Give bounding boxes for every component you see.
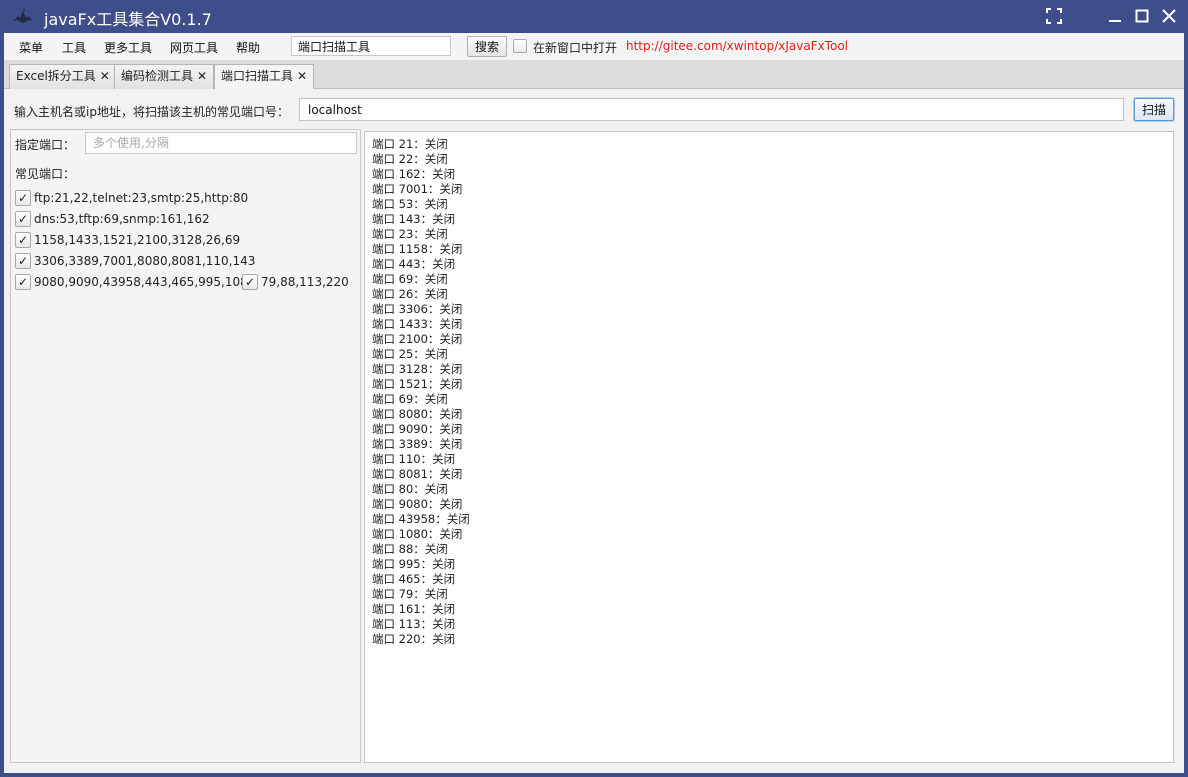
result-line: 端口 465：关闭 [372, 572, 456, 586]
tab-excel-split[interactable]: Excel拆分工具 ✕ [9, 64, 117, 89]
tab-close-icon[interactable]: ✕ [297, 69, 307, 83]
tool-search-input[interactable] [291, 36, 451, 56]
scan-results-area[interactable]: 端口 21：关闭 端口 22：关闭 端口 162：关闭 端口 7001：关闭 端口 53… [364, 131, 1174, 763]
tab-encoding-detect[interactable]: 编码检测工具 ✕ [114, 64, 215, 89]
port-group-checkbox[interactable]: ✓ 3306,3389,7001,8080,8081,110,143 [15, 253, 255, 271]
result-line: 端口 79：关闭 [372, 587, 448, 601]
menu-tools[interactable]: 工具 [62, 39, 86, 56]
result-line: 端口 80：关闭 [372, 482, 448, 496]
check-icon: ✓ [15, 232, 31, 248]
tab-label: Excel拆分工具 [16, 69, 96, 83]
port-group-label: 1158,1433,1521,2100,3128,26,69 [34, 233, 241, 247]
result-line: 端口 22：关闭 [372, 152, 448, 166]
minimize-button[interactable] [1104, 6, 1126, 26]
host-label: 输入主机名或ip地址，将扫描该主机的常见端口号： [14, 105, 289, 119]
minimize-icon [1109, 20, 1121, 22]
result-line: 端口 443：关闭 [372, 257, 456, 271]
tab-label: 编码检测工具 [121, 69, 194, 83]
result-line: 端口 3306：关闭 [372, 302, 463, 316]
gitee-link[interactable]: http://gitee.com/xwintop/xJavaFxTool [626, 39, 848, 53]
result-line: 端口 25：关闭 [372, 347, 448, 361]
result-line: 端口 26：关闭 [372, 287, 448, 301]
result-line: 端口 162：关闭 [372, 167, 456, 181]
new-window-label: 在新窗口中打开 [533, 41, 618, 55]
scan-button[interactable]: 扫描 [1134, 98, 1174, 121]
result-line: 端口 143：关闭 [372, 212, 456, 226]
check-icon: ✓ [15, 211, 31, 227]
menu-bar: 菜单 工具 更多工具 网页工具 帮助 搜索 在新窗口中打开 http://git… [4, 33, 1184, 60]
tab-label: 端口扫描工具 [221, 69, 294, 83]
port-label: 指定端口： [15, 138, 76, 152]
port-group-checkbox[interactable]: ✓ 79,88,113,220 [242, 274, 349, 292]
window-title: javaFx工具集合V0.1.7 [44, 10, 212, 29]
port-group-checkbox[interactable]: ✓ dns:53,tftp:69,snmp:161,162 [15, 211, 210, 229]
port-group-label: 9080,9090,43958,443,465,995,1080 [34, 275, 256, 289]
result-line: 端口 995：关闭 [372, 557, 456, 571]
result-line: 端口 9090：关闭 [372, 422, 463, 436]
custom-port-input[interactable] [85, 132, 357, 154]
client-area: 菜单 工具 更多工具 网页工具 帮助 搜索 在新窗口中打开 http://git… [4, 33, 1184, 773]
check-icon: ✓ [15, 253, 31, 269]
maximize-button[interactable] [1131, 6, 1153, 26]
result-line: 端口 7001：关闭 [372, 182, 463, 196]
port-group-checkbox[interactable]: ✓ ftp:21,22,telnet:23,smtp:25,http:80 [15, 190, 248, 208]
result-line: 端口 8080：关闭 [372, 407, 463, 421]
close-icon [1162, 9, 1176, 23]
port-group-checkbox[interactable]: ✓ 1158,1433,1521,2100,3128,26,69 [15, 232, 240, 250]
result-line: 端口 1521：关闭 [372, 377, 463, 391]
port-group-checkbox[interactable]: ✓ 9080,9090,43958,443,465,995,1080 [15, 274, 255, 292]
host-input[interactable] [299, 98, 1124, 121]
port-group-label: 3306,3389,7001,8080,8081,110,143 [34, 254, 256, 268]
result-line: 端口 110：关闭 [372, 452, 456, 466]
search-button[interactable]: 搜索 [467, 36, 507, 57]
port-group-label: ftp:21,22,telnet:23,smtp:25,http:80 [34, 191, 249, 205]
result-line: 端口 43958：关闭 [372, 512, 470, 526]
result-line: 端口 69：关闭 [372, 392, 448, 406]
tab-close-icon[interactable]: ✕ [100, 69, 110, 83]
close-button[interactable] [1158, 6, 1180, 26]
result-line: 端口 2100：关闭 [372, 332, 463, 346]
tab-port-scan[interactable]: 端口扫描工具 ✕ [214, 64, 315, 89]
result-line: 端口 1433：关闭 [372, 317, 463, 331]
result-line: 端口 3128：关闭 [372, 362, 463, 376]
result-line: 端口 88：关闭 [372, 542, 448, 556]
result-line: 端口 1080：关闭 [372, 527, 463, 541]
tab-bar: Excel拆分工具 ✕ 编码检测工具 ✕ 端口扫描工具 ✕ [4, 60, 1184, 89]
app-logo-icon [13, 8, 33, 23]
check-icon: ✓ [242, 274, 258, 290]
app-window: javaFx工具集合V0.1.7 菜单 工具 更多工具 网页工具 帮助 端口扫描… [0, 0, 1188, 777]
result-line: 端口 8081：关闭 [372, 467, 463, 481]
maximize-icon [1135, 9, 1149, 23]
result-line: 端口 113：关闭 [372, 617, 456, 631]
result-line: 端口 9080：关闭 [372, 497, 463, 511]
menu-web-tools[interactable]: 网页工具 [170, 39, 218, 56]
menu-more-tools[interactable]: 更多工具 [104, 39, 152, 56]
tab-close-icon[interactable]: ✕ [197, 69, 207, 83]
result-line: 端口 1158：关闭 [372, 242, 463, 256]
result-line: 端口 53：关闭 [372, 197, 448, 211]
port-group-label: 79,88,113,220 [261, 275, 349, 289]
menu-main[interactable]: 菜单 [19, 39, 43, 56]
fullscreen-button[interactable] [1043, 6, 1065, 26]
result-line: 端口 23：关闭 [372, 227, 448, 241]
check-icon: ✓ [15, 274, 31, 290]
port-options-panel: 指定端口： 常见端口： ✓ftp:21,22,telnet:23,smtp:25… [10, 129, 361, 763]
port-group-label: dns:53,tftp:69,snmp:161,162 [34, 212, 210, 226]
result-line: 端口 220：关闭 [372, 632, 456, 646]
menu-help[interactable]: 帮助 [236, 39, 260, 56]
common-ports-label: 常见端口： [15, 167, 76, 181]
new-window-checkbox[interactable] [513, 39, 527, 53]
result-line: 端口 21：关闭 [372, 137, 448, 151]
result-line: 端口 161：关闭 [372, 602, 456, 616]
fullscreen-icon [1046, 8, 1062, 24]
title-bar[interactable]: javaFx工具集合V0.1.7 [0, 0, 1188, 33]
result-line: 端口 69：关闭 [372, 272, 448, 286]
check-icon: ✓ [15, 190, 31, 206]
result-line: 端口 3389：关闭 [372, 437, 463, 451]
